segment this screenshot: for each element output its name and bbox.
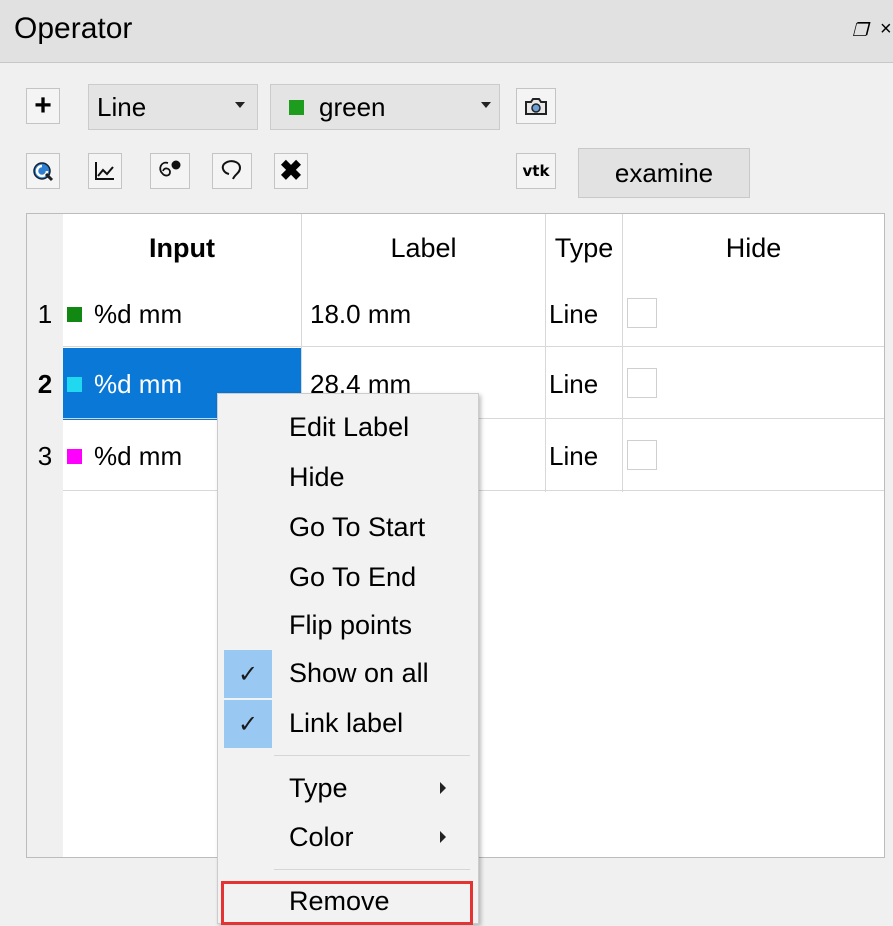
menu-item-label: Flip points <box>289 610 413 640</box>
menu-item-hide[interactable]: Hide <box>218 454 478 502</box>
menu-item-label: Edit Label <box>289 412 410 442</box>
curve-point-icon <box>159 160 181 177</box>
panel-title: Operator <box>14 12 133 45</box>
menu-item-label: Link label <box>289 708 404 738</box>
table-cell-input[interactable]: %d mm <box>63 278 302 350</box>
plus-icon: + <box>34 89 52 122</box>
color-swatch <box>67 306 82 322</box>
delete-all-button[interactable]: ✖ <box>274 153 308 189</box>
lasso-button[interactable] <box>212 153 252 189</box>
row-divider <box>63 346 884 347</box>
hide-checkbox[interactable] <box>627 440 657 470</box>
menu-item-go-to-end[interactable]: Go To End <box>218 554 478 602</box>
menu-item-edit-label[interactable]: Edit Label <box>218 404 478 452</box>
row-number: 2 <box>37 368 53 399</box>
input-text: %d mm <box>94 368 183 399</box>
reset-view-button[interactable] <box>26 153 60 189</box>
column-header-label[interactable]: Label <box>302 214 546 282</box>
type-combobox[interactable]: Line <box>88 84 258 130</box>
context-menu: Edit Label Hide Go To Start Go To End Fl… <box>217 393 479 925</box>
submenu-arrow-icon <box>440 831 446 843</box>
color-combobox-value: green <box>319 92 386 122</box>
checkmark-icon: ✓ <box>224 650 272 698</box>
line-chart-icon <box>95 162 114 180</box>
column-header-hide[interactable]: Hide <box>623 214 884 282</box>
table-cell-type[interactable]: Line <box>546 278 623 350</box>
row-number: 3 <box>37 440 53 471</box>
input-text: %d mm <box>94 440 183 471</box>
close-icon[interactable]: × <box>880 18 892 41</box>
menu-item-type[interactable]: Type <box>218 765 478 813</box>
hide-checkbox[interactable] <box>627 298 657 328</box>
chevron-down-icon <box>481 102 491 108</box>
menu-item-go-to-start[interactable]: Go To Start <box>218 504 478 552</box>
panel-title-bar: Operator ❐ × <box>0 0 893 63</box>
color-combobox[interactable]: green <box>270 84 500 130</box>
menu-item-label: Hide <box>289 462 345 492</box>
table-cell-type[interactable]: Line <box>546 348 623 420</box>
x-icon: ✖ <box>279 155 303 186</box>
checkmark-icon: ✓ <box>224 700 272 748</box>
column-header-type[interactable]: Type <box>546 214 623 282</box>
snapshot-button[interactable] <box>516 88 556 124</box>
chart-button[interactable] <box>88 153 122 189</box>
chevron-down-icon <box>235 102 245 108</box>
color-swatch <box>67 448 82 464</box>
menu-item-label: Color <box>289 822 354 852</box>
menu-item-label: Go To Start <box>289 512 426 542</box>
color-swatch <box>67 376 82 392</box>
menu-item-color[interactable]: Color <box>218 814 478 862</box>
menu-item-label: Type <box>289 773 348 803</box>
hide-checkbox[interactable] <box>627 368 657 398</box>
refresh-globe-icon <box>33 162 54 182</box>
column-header-input[interactable]: Input <box>63 214 302 282</box>
add-button[interactable]: + <box>26 88 60 124</box>
type-combobox-value: Line <box>97 92 147 122</box>
vtk-icon: vtk <box>522 162 550 180</box>
examine-button[interactable]: examine <box>578 148 750 198</box>
float-window-icon[interactable]: ❐ <box>852 20 868 41</box>
lasso-icon <box>221 160 242 180</box>
menu-item-flip-points[interactable]: Flip points <box>218 602 478 650</box>
table-cell-label[interactable]: 18.0 mm <box>302 278 546 350</box>
camera-icon <box>525 98 547 115</box>
vtk-button[interactable]: vtk <box>516 153 556 189</box>
menu-item-show-on-all[interactable]: ✓ Show on all <box>218 650 478 698</box>
table-cell-type[interactable]: Line <box>546 420 623 492</box>
input-text: %d mm <box>94 298 183 329</box>
menu-separator <box>274 869 470 870</box>
menu-item-label: Go To End <box>289 562 417 592</box>
color-swatch <box>289 100 304 115</box>
menu-item-link-label[interactable]: ✓ Link label <box>218 700 478 748</box>
submenu-arrow-icon <box>440 782 446 794</box>
highlight-box <box>221 881 473 925</box>
menu-item-label: Show on all <box>289 658 429 688</box>
row-number: 1 <box>37 298 53 329</box>
curve-point-button[interactable] <box>150 153 190 189</box>
menu-separator <box>274 755 470 756</box>
